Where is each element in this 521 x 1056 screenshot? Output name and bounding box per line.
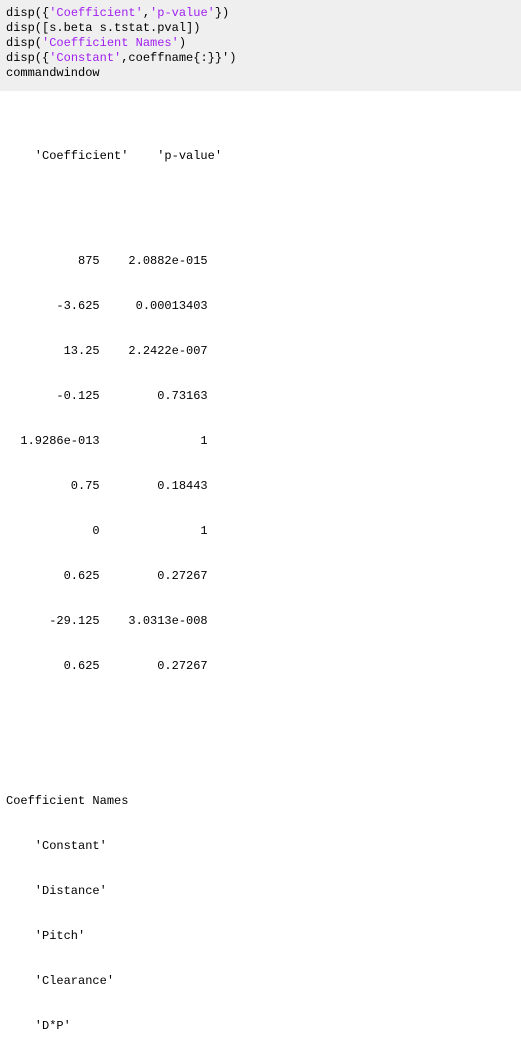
code-line-2: disp([s.beta s.tstat.pval]) (6, 21, 515, 36)
code-line-3: disp('Coefficient Names') (6, 36, 515, 51)
code-text: disp([s.beta s.tstat.pval]) (6, 21, 200, 35)
code-line-1: disp({'Coefficient','p-value'}) (6, 6, 515, 21)
code-text: , (143, 6, 150, 20)
table-row: 1.9286e-013 1 (6, 434, 515, 449)
table-row: 0.625 0.27267 (6, 569, 515, 584)
code-line-4: disp({'Constant',coeffname{:}}') (6, 51, 515, 66)
coefficient-names-block: Coefficient Names 'Constant' 'Distance' … (6, 764, 515, 1056)
code-line-5: commandwindow (6, 66, 515, 81)
list-item: 'Constant' (6, 839, 515, 854)
table-row: 13.25 2.2422e-007 (6, 344, 515, 359)
table-row: 875 2.0882e-015 (6, 254, 515, 269)
code-string: 'Constant' (49, 51, 121, 65)
table-row: 0.625 0.27267 (6, 659, 515, 674)
list-item: 'Distance' (6, 884, 515, 899)
list-item: 'Pitch' (6, 929, 515, 944)
coefficient-table: 875 2.0882e-015 -3.625 0.00013403 13.25 … (6, 224, 515, 704)
table-row: 0 1 (6, 524, 515, 539)
code-string: 'Coefficient' (49, 6, 143, 20)
code-text: disp({ (6, 51, 49, 65)
code-block: disp({'Coefficient','p-value'}) disp([s.… (0, 0, 521, 91)
code-string: 'p-value' (150, 6, 215, 20)
output-header: 'Coefficient' 'p-value' (6, 149, 515, 164)
table-row: 0.75 0.18443 (6, 479, 515, 494)
code-text: commandwindow (6, 66, 100, 80)
code-text: }) (215, 6, 229, 20)
code-text: ,coeffname{:}}') (121, 51, 236, 65)
list-item: 'Clearance' (6, 974, 515, 989)
table-row: -0.125 0.73163 (6, 389, 515, 404)
code-string: 'Coefficient Names' (42, 36, 179, 50)
table-row: -3.625 0.00013403 (6, 299, 515, 314)
code-text: disp( (6, 36, 42, 50)
output-block: 'Coefficient' 'p-value' 875 2.0882e-015 … (0, 91, 521, 1056)
code-text: ) (179, 36, 186, 50)
table-row: -29.125 3.0313e-008 (6, 614, 515, 629)
list-item: 'D*P' (6, 1019, 515, 1034)
code-text: disp({ (6, 6, 49, 20)
names-title: Coefficient Names (6, 794, 515, 809)
